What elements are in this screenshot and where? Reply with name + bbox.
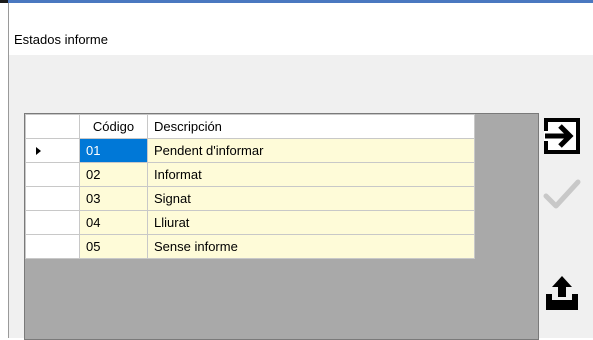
- cell-descripcion[interactable]: Signat: [147, 186, 475, 211]
- column-header-descripcion[interactable]: Descripción: [147, 114, 475, 139]
- window-titlebar[interactable]: Estados informe: [8, 3, 593, 55]
- table-row[interactable]: 02 Informat: [25, 162, 475, 187]
- exit-icon: [544, 118, 580, 154]
- row-indicator[interactable]: [25, 186, 80, 211]
- row-indicator[interactable]: [25, 162, 80, 187]
- row-indicator[interactable]: [25, 234, 80, 259]
- export-tray-icon: [546, 276, 578, 310]
- cell-codigo[interactable]: 02: [79, 162, 148, 187]
- window-title: Estados informe: [14, 32, 108, 47]
- column-header-codigo[interactable]: Código: [79, 114, 148, 139]
- row-indicator[interactable]: [25, 138, 80, 163]
- table-row[interactable]: 04 Lliurat: [25, 210, 475, 235]
- cell-descripcion[interactable]: Pendent d'informar: [147, 138, 475, 163]
- row-indicator[interactable]: [25, 210, 80, 235]
- grid-header-row: Código Descripción: [25, 114, 475, 139]
- data-grid[interactable]: Código Descripción 01 Pendent d'informar…: [24, 113, 539, 340]
- window-client-area: Código Descripción 01 Pendent d'informar…: [8, 55, 593, 340]
- exit-button[interactable]: [540, 114, 584, 158]
- cell-descripcion[interactable]: Lliurat: [147, 210, 475, 235]
- current-row-arrow-icon: [36, 147, 41, 155]
- checkmark-icon: [543, 179, 581, 209]
- export-button[interactable]: [540, 270, 584, 314]
- accept-button[interactable]: [540, 172, 584, 216]
- row-indicator-header: [25, 114, 80, 139]
- table-row[interactable]: 01 Pendent d'informar: [25, 138, 475, 163]
- cell-descripcion[interactable]: Sense informe: [147, 234, 475, 259]
- cell-descripcion[interactable]: Informat: [147, 162, 475, 187]
- cell-codigo[interactable]: 01: [79, 138, 148, 163]
- cell-codigo[interactable]: 04: [79, 210, 148, 235]
- cell-codigo[interactable]: 05: [79, 234, 148, 259]
- table-row[interactable]: 03 Signat: [25, 186, 475, 211]
- cell-codigo[interactable]: 03: [79, 186, 148, 211]
- table-row[interactable]: 05 Sense informe: [25, 234, 475, 259]
- grid-table: Código Descripción 01 Pendent d'informar…: [25, 114, 475, 259]
